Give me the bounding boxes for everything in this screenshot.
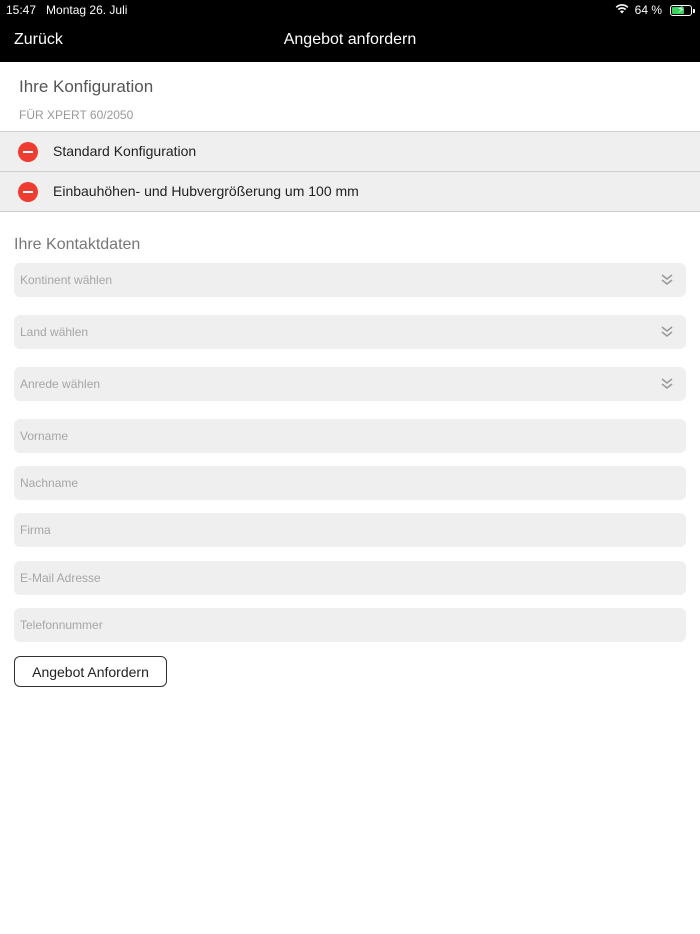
configuration-header: Ihre Konfiguration FÜR XPERT 60/2050	[0, 62, 700, 132]
battery-percent: 64 %	[634, 3, 662, 17]
battery-icon: ⚡	[670, 3, 695, 16]
wifi-icon	[615, 3, 629, 17]
remove-item-icon[interactable]	[18, 142, 38, 162]
charging-bolt-icon: ⚡	[677, 3, 685, 16]
configuration-heading: Ihre Konfiguration	[19, 77, 154, 96]
navigation-bar: Zurück Angebot anfordern	[0, 20, 700, 62]
email-field[interactable]: E-Mail Adresse	[14, 561, 686, 595]
continent-select-placeholder: Kontinent wählen	[20, 273, 113, 287]
first-name-placeholder: Vorname	[20, 429, 69, 443]
configuration-subheading: FÜR XPERT 60/2050	[19, 108, 134, 122]
request-quote-button[interactable]: Angebot Anfordern	[14, 656, 167, 687]
salutation-select-placeholder: Anrede wählen	[20, 377, 101, 391]
chevron-double-down-icon	[661, 378, 673, 390]
continent-select[interactable]: Kontinent wählen	[14, 263, 686, 297]
last-name-field[interactable]: Nachname	[14, 466, 686, 500]
remove-item-icon[interactable]	[18, 182, 38, 202]
config-item-label: Standard Konfiguration	[53, 143, 197, 159]
email-placeholder: E-Mail Adresse	[20, 571, 101, 585]
status-date: Montag 26. Juli	[46, 3, 128, 17]
status-bar: 15:47 Montag 26. Juli 64 % ⚡	[0, 0, 700, 20]
company-placeholder: Firma	[20, 523, 51, 537]
config-item: Standard Konfiguration	[0, 132, 700, 172]
last-name-placeholder: Nachname	[20, 476, 79, 490]
company-field[interactable]: Firma	[14, 513, 686, 547]
status-time: 15:47	[6, 3, 37, 17]
chevron-double-down-icon	[661, 274, 673, 286]
page-title: Angebot anfordern	[283, 31, 417, 48]
phone-placeholder: Telefonnummer	[20, 618, 103, 632]
config-item: Einbauhöhen- und Hubvergrößerung um 100 …	[0, 172, 700, 212]
chevron-double-down-icon	[661, 326, 673, 338]
salutation-select[interactable]: Anrede wählen	[14, 367, 686, 401]
first-name-field[interactable]: Vorname	[14, 419, 686, 453]
country-select-placeholder: Land wählen	[20, 325, 89, 339]
contact-heading: Ihre Kontaktdaten	[14, 236, 141, 253]
config-item-label: Einbauhöhen- und Hubvergrößerung um 100 …	[53, 183, 359, 199]
phone-field[interactable]: Telefonnummer	[14, 608, 686, 642]
country-select[interactable]: Land wählen	[14, 315, 686, 349]
